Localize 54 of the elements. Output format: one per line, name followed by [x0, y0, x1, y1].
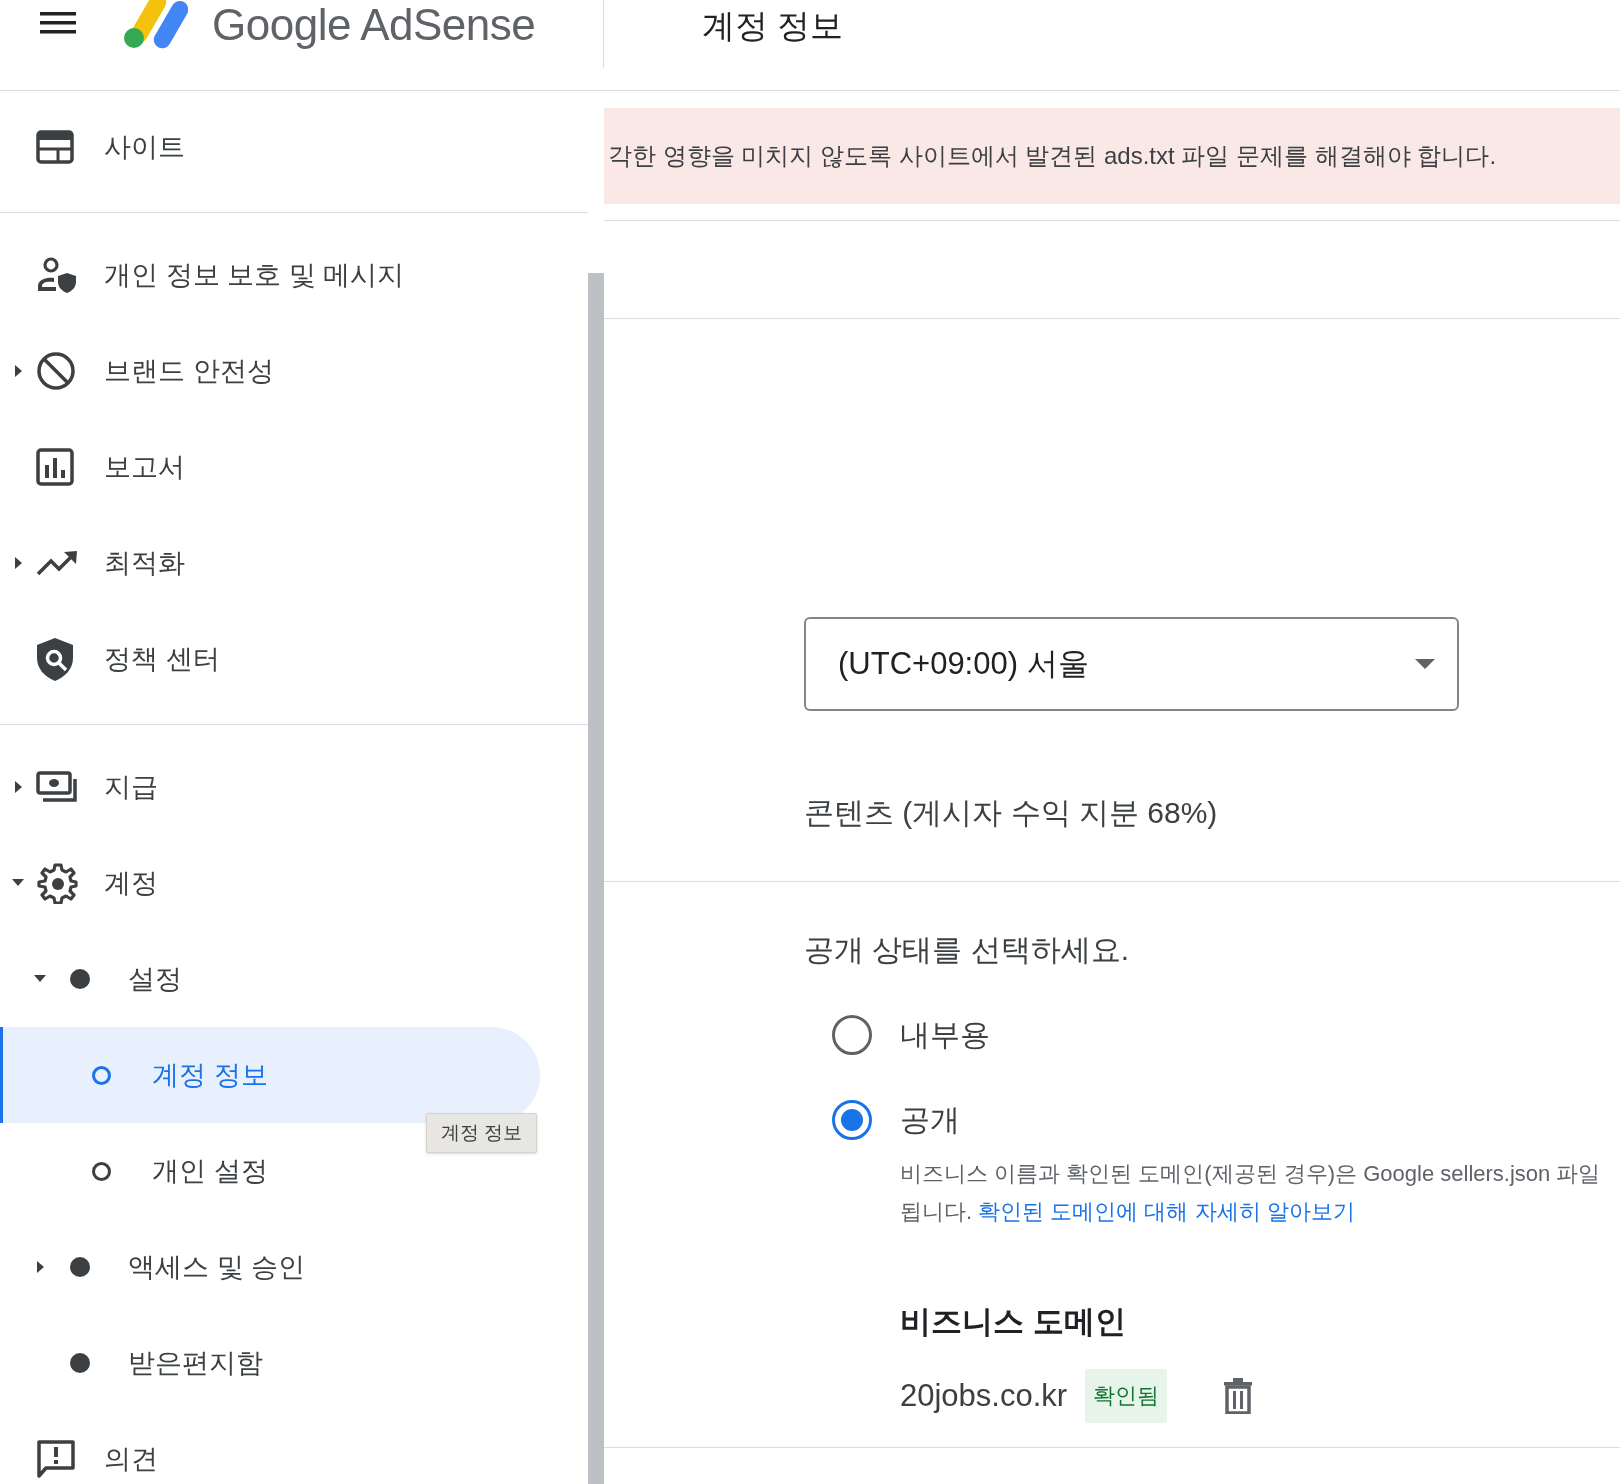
radio-button[interactable]: [832, 1100, 872, 1140]
settings-icon: [36, 862, 78, 904]
shield-search-icon: [36, 637, 74, 681]
nav-item[interactable]: 개인 정보 보호 및 메시지: [0, 227, 412, 323]
menu-icon[interactable]: [40, 11, 76, 35]
nav-item[interactable]: 의견: [0, 1411, 166, 1484]
radio-label: 공개: [900, 1101, 960, 1138]
layout-icon: [36, 130, 74, 164]
timezone-dropdown[interactable]: (UTC+09:00) 서울: [804, 617, 1459, 711]
page-title: 계정 정보: [702, 6, 844, 46]
question-text: 공개 상태를 선택하세요.: [804, 932, 1130, 968]
content-type-text: 콘텐츠 (게시자 수익 지분 68%): [804, 795, 1219, 831]
alert-text: 각한 영향을 미치지 않도록 사이트에서 발견된 ads.txt 파일 문제를 해결해야 합니다.: [608, 141, 1497, 171]
delete-icon[interactable]: [1223, 1378, 1254, 1414]
tooltip: 계정 정보: [426, 1113, 538, 1153]
radio-label: 내부용: [900, 1016, 990, 1053]
learn-more-link[interactable]: 확인된 도메인에 대해 자세히 알아보기: [978, 1199, 1355, 1224]
nav-item[interactable]: 사이트: [0, 99, 193, 195]
adsense-logo-icon: [122, 0, 188, 49]
block-icon: [36, 351, 76, 391]
caret-down-icon: [34, 975, 46, 983]
description-text: 비즈니스 이름과 확인된 도메인(제공된 경우)은 Google sellers.json 파일: [900, 1160, 1602, 1188]
circle-icon: [92, 1161, 111, 1181]
verified-badge: 확인됨: [1085, 1369, 1168, 1423]
section-title: 비즈니스 도메인: [900, 1303, 1127, 1341]
scrollbar-thumb[interactable]: [588, 273, 604, 1484]
caret-down-icon: [1415, 659, 1435, 669]
bullet-icon: [70, 1353, 90, 1373]
nav-item[interactable]: 액세스 및 승인: [0, 1219, 313, 1315]
circle-icon: [92, 1065, 111, 1085]
radio-button[interactable]: [832, 1015, 872, 1055]
logo-text: Google AdSense: [212, 0, 536, 50]
bullet-icon: [70, 1257, 90, 1277]
nav-item[interactable]: 브랜드 안전성: [0, 323, 282, 419]
caret-right-icon: [14, 365, 22, 377]
nav-item[interactable]: 지급: [0, 739, 166, 835]
banknote-icon: [36, 771, 78, 803]
nav-item[interactable]: 보고서: [0, 419, 193, 515]
person-shield-icon: [36, 257, 78, 293]
feedback-icon: [36, 1439, 76, 1479]
bar-chart-icon: [36, 448, 74, 486]
nav-item[interactable]: 최적화: [0, 515, 193, 611]
nav-item[interactable]: 설정: [0, 931, 190, 1027]
caret-right-icon: [36, 1261, 44, 1273]
caret-down-icon: [12, 879, 24, 887]
trend-up-icon: [36, 550, 78, 576]
domain-text: 20jobs.co.kr: [900, 1378, 1068, 1414]
caret-right-icon: [14, 781, 22, 793]
caret-right-icon: [14, 557, 22, 569]
nav-item[interactable]: 계정: [0, 835, 166, 931]
bullet-icon: [70, 969, 90, 989]
description-text: 됩니다. 확인된 도메인에 대해 자세히 알아보기: [900, 1198, 1356, 1226]
nav-item[interactable]: 받은편지함: [0, 1315, 271, 1411]
nav-item[interactable]: 정책 센터: [0, 611, 228, 707]
